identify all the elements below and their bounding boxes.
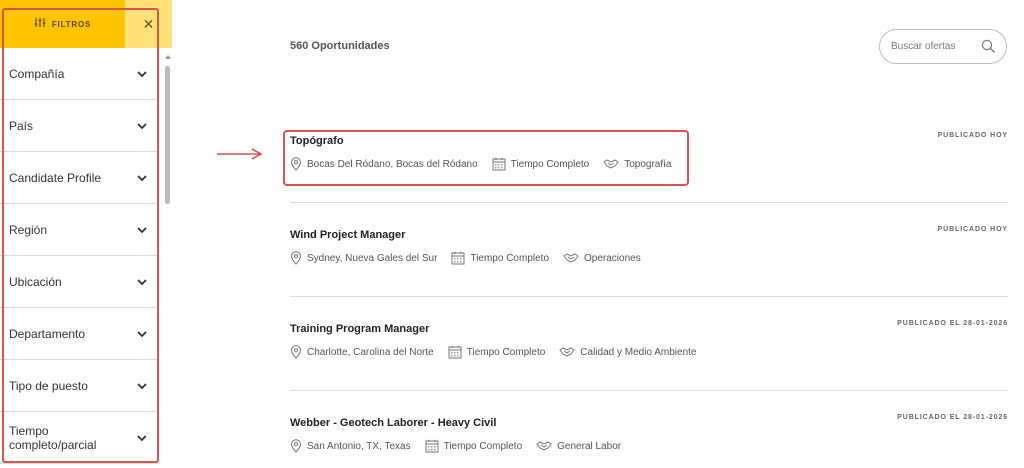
sliders-icon — [34, 15, 46, 33]
filter-departamento[interactable]: Departamento — [0, 308, 158, 360]
job-location: Bocas Del Ródano, Bocas del Ródano — [290, 157, 478, 171]
job-meta: Charlotte, Carolina del Norte Tiempo Com… — [290, 345, 710, 359]
location-pin-icon — [290, 157, 302, 171]
location-pin-icon — [290, 439, 302, 453]
arrow-right-icon — [217, 148, 263, 160]
filter-label: Ubicación — [9, 274, 62, 289]
filter-label: País — [9, 118, 34, 133]
job-schedule-text: Tiempo Completo — [510, 158, 590, 170]
job-location-text: San Antonio, TX, Texas — [307, 440, 411, 452]
job-title[interactable]: Topógrafo — [290, 135, 1008, 147]
filter-label: Tiempo completo/parcial — [9, 423, 97, 452]
divider — [290, 390, 1008, 391]
search-box[interactable] — [879, 29, 1007, 64]
scrollbar-thumb[interactable] — [165, 66, 170, 204]
chevron-down-icon — [137, 122, 147, 129]
job-date: PUBLICADO EL 28-01-2026 — [897, 414, 1008, 421]
filters-title: FILTROS — [51, 19, 92, 29]
filter-label: Tipo de puesto — [9, 378, 88, 393]
close-icon: ✕ — [142, 16, 155, 32]
job-area: Topografía — [603, 158, 672, 170]
job-date: PUBLICADO EL 28-01-2026 — [897, 320, 1008, 327]
job-listing[interactable]: Wind Project Manager Sydney, Nueva Gales… — [290, 226, 1008, 269]
filter-label: Región — [9, 222, 48, 237]
chevron-down-icon — [137, 330, 147, 337]
job-meta: Sydney, Nueva Gales del Sur Tiempo Compl… — [290, 251, 655, 265]
calendar-icon — [448, 345, 462, 359]
job-listing[interactable]: Training Program Manager Charlotte, Caro… — [290, 320, 1008, 363]
scroll-up-icon[interactable] — [165, 55, 171, 59]
job-schedule: Tiempo Completo — [492, 157, 590, 171]
job-area: General Labor — [536, 440, 621, 452]
filters-header: FILTROS ✕ — [0, 0, 172, 48]
chevron-down-icon — [137, 434, 147, 441]
chevron-down-icon — [137, 382, 147, 389]
calendar-icon — [451, 251, 465, 265]
chevron-down-icon — [137, 226, 147, 233]
filter-label: Departamento — [9, 326, 86, 341]
filters-tab[interactable]: FILTROS — [0, 0, 125, 48]
filter-compania[interactable]: Compañía — [0, 48, 158, 100]
chevron-down-icon — [137, 70, 147, 77]
calendar-icon — [425, 439, 439, 453]
job-schedule-text: Tiempo Completo — [443, 440, 523, 452]
handshake-icon — [536, 441, 552, 451]
job-schedule-text: Tiempo Completo — [466, 346, 546, 358]
filter-pais[interactable]: País — [0, 100, 158, 152]
filters-sidebar: FILTROS ✕ Compañía País Candidate Profil… — [0, 0, 172, 468]
divider — [290, 296, 1008, 297]
search-input[interactable] — [891, 41, 971, 52]
job-schedule: Tiempo Completo — [451, 251, 549, 265]
job-location-text: Charlotte, Carolina del Norte — [307, 346, 434, 358]
job-area-text: Calidad y Medio Ambiente — [580, 346, 697, 358]
job-schedule: Tiempo Completo — [425, 439, 523, 453]
job-schedule-text: Tiempo Completo — [470, 252, 550, 264]
job-area-text: Operaciones — [584, 252, 641, 264]
job-location: Sydney, Nueva Gales del Sur — [290, 251, 437, 265]
location-pin-icon — [290, 345, 302, 359]
handshake-icon — [563, 253, 579, 263]
filter-tiempo-completo-parcial[interactable]: Tiempo completo/parcial — [0, 412, 158, 464]
close-filters-button[interactable]: ✕ — [125, 0, 172, 48]
filter-ubicacion[interactable]: Ubicación — [0, 256, 158, 308]
job-listing[interactable]: Webber - Geotech Laborer - Heavy Civil S… — [290, 414, 1008, 457]
calendar-icon — [492, 157, 506, 171]
search-icon[interactable] — [981, 39, 996, 54]
job-area-text: Topografía — [624, 158, 672, 170]
results-count: 560 Oportunidades — [290, 40, 390, 52]
job-area: Operaciones — [563, 252, 641, 264]
handshake-icon — [603, 159, 619, 169]
job-date: PUBLICADO HOY — [937, 132, 1008, 139]
job-meta: San Antonio, TX, Texas Tiempo Completo G… — [290, 439, 635, 453]
filter-tipo-de-puesto[interactable]: Tipo de puesto — [0, 360, 158, 412]
handshake-icon — [559, 347, 576, 357]
job-title[interactable]: Wind Project Manager — [290, 229, 1008, 241]
job-meta: Bocas Del Ródano, Bocas del Ródano Tiemp… — [290, 157, 686, 171]
job-listing[interactable]: Topógrafo Bocas Del Ródano, Bocas del Ró… — [290, 132, 1008, 175]
job-schedule: Tiempo Completo — [448, 345, 546, 359]
divider — [290, 202, 1008, 203]
job-location: Charlotte, Carolina del Norte — [290, 345, 434, 359]
chevron-down-icon — [137, 174, 147, 181]
chevron-down-icon — [137, 278, 147, 285]
job-location-text: Sydney, Nueva Gales del Sur — [307, 252, 438, 264]
filter-candidate-profile[interactable]: Candidate Profile — [0, 152, 158, 204]
location-pin-icon — [290, 251, 302, 265]
filter-list: Compañía País Candidate Profile Región U… — [0, 48, 158, 464]
job-area: Calidad y Medio Ambiente — [559, 346, 696, 358]
job-area-text: General Labor — [557, 440, 622, 452]
job-date: PUBLICADO HOY — [937, 226, 1008, 233]
job-location: San Antonio, TX, Texas — [290, 439, 411, 453]
job-location-text: Bocas Del Ródano, Bocas del Ródano — [307, 158, 478, 170]
filter-label: Candidate Profile — [9, 170, 102, 185]
filter-region[interactable]: Región — [0, 204, 158, 256]
filter-label: Compañía — [9, 66, 65, 81]
